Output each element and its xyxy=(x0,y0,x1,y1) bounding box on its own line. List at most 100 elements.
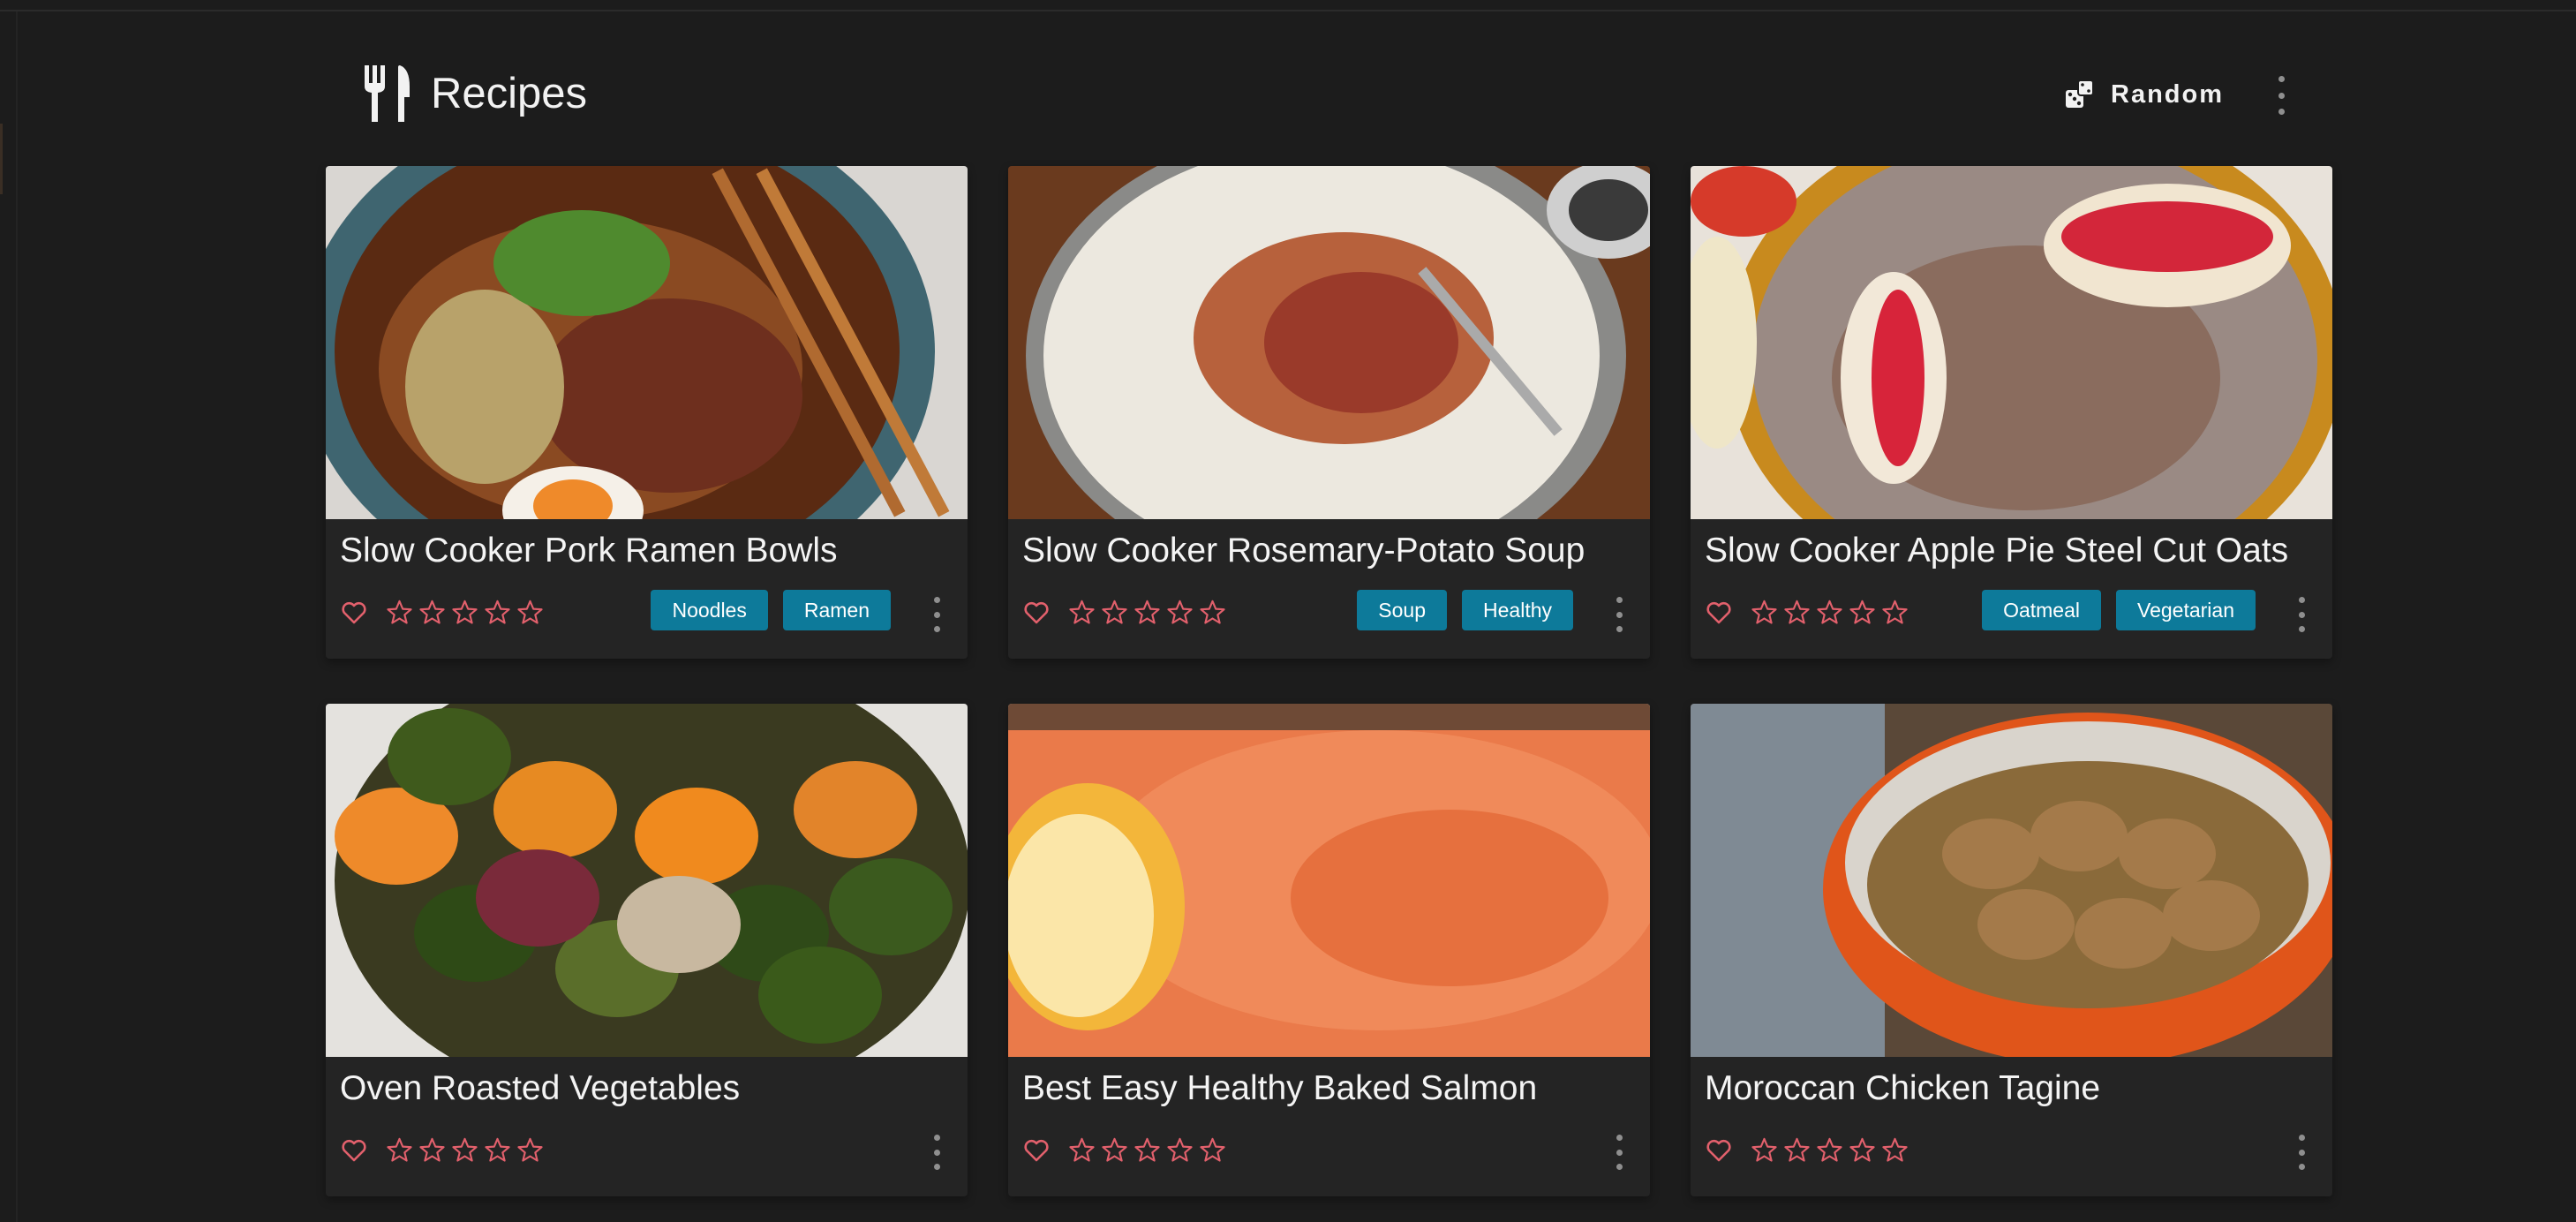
menu-dot xyxy=(933,611,940,618)
star-icon[interactable] xyxy=(451,599,478,626)
rating-stars[interactable] xyxy=(386,1136,544,1164)
silverware-fork-knife-icon xyxy=(365,65,410,122)
heart-icon[interactable] xyxy=(1705,599,1733,627)
recipe-menu-button[interactable] xyxy=(928,1135,945,1170)
ramen-bowl-photo[interactable] xyxy=(326,166,968,519)
recipe-title[interactable]: Slow Cooker Apple Pie Steel Cut Oats xyxy=(1705,530,2288,572)
star-icon[interactable] xyxy=(1881,1136,1909,1164)
vertical-dots-icon xyxy=(2278,76,2285,82)
menu-dot xyxy=(2298,626,2305,632)
chicken-tagine-photo[interactable] xyxy=(1691,704,2332,1057)
star-icon[interactable] xyxy=(1751,1136,1778,1164)
star-icon[interactable] xyxy=(1068,599,1096,626)
heart-icon[interactable] xyxy=(340,599,368,627)
rating-stars[interactable] xyxy=(1068,1136,1226,1164)
baked-salmon-photo[interactable] xyxy=(1008,704,1650,1057)
menu-dot xyxy=(1616,626,1623,632)
tag-chip[interactable]: Ramen xyxy=(782,590,891,630)
star-icon[interactable] xyxy=(1816,599,1843,626)
random-button-label: Random xyxy=(2111,79,2224,109)
tag-chip[interactable]: Soup xyxy=(1357,590,1448,630)
star-icon[interactable] xyxy=(516,599,544,626)
recipe-card[interactable]: Best Easy Healthy Baked Salmon xyxy=(1008,704,1650,1196)
star-icon[interactable] xyxy=(451,1136,478,1164)
rating-stars[interactable] xyxy=(1751,599,1909,626)
page-header: Recipes Random xyxy=(326,55,2332,134)
sidebar-edge xyxy=(16,11,18,1222)
potato-soup-photo[interactable] xyxy=(1008,166,1650,519)
tag-chip[interactable]: Noodles xyxy=(651,590,768,630)
menu-dot xyxy=(933,1164,940,1170)
menu-dot xyxy=(1616,1164,1623,1170)
recipe-title[interactable]: Slow Cooker Rosemary-Potato Soup xyxy=(1022,530,1585,572)
recipe-title[interactable]: Moroccan Chicken Tagine xyxy=(1705,1067,2100,1110)
vertical-dots-icon xyxy=(933,597,940,603)
heart-icon[interactable] xyxy=(1022,599,1051,627)
random-button[interactable]: Random xyxy=(2054,67,2234,122)
star-icon[interactable] xyxy=(484,1136,511,1164)
menu-dot xyxy=(1616,611,1623,618)
header-menu-button[interactable] xyxy=(2268,76,2294,115)
recipe-title[interactable]: Oven Roasted Vegetables xyxy=(340,1067,740,1110)
star-icon[interactable] xyxy=(1166,599,1194,626)
recipe-card[interactable]: Slow Cooker Rosemary-Potato Soup Soup Heal… xyxy=(1008,166,1650,659)
star-icon[interactable] xyxy=(1783,1136,1811,1164)
star-icon[interactable] xyxy=(1199,1136,1226,1164)
dice-icon xyxy=(2066,79,2094,108)
star-icon[interactable] xyxy=(1881,599,1909,626)
star-icon[interactable] xyxy=(516,1136,544,1164)
menu-dot xyxy=(2298,1149,2305,1156)
star-icon[interactable] xyxy=(1134,599,1161,626)
star-icon[interactable] xyxy=(418,1136,446,1164)
star-icon[interactable] xyxy=(1101,1136,1128,1164)
tag-chip[interactable]: Vegetarian xyxy=(2116,590,2256,630)
sidebar-edge-marker xyxy=(0,124,3,194)
recipe-card[interactable]: Slow Cooker Pork Ramen Bowls Noodles Ramen xyxy=(326,166,968,659)
recipe-title[interactable]: Best Easy Healthy Baked Salmon xyxy=(1022,1067,1537,1110)
star-icon[interactable] xyxy=(1068,1136,1096,1164)
tag-chip[interactable]: Oatmeal xyxy=(1982,590,2102,630)
menu-dot xyxy=(2298,611,2305,618)
star-icon[interactable] xyxy=(1134,1136,1161,1164)
heart-icon[interactable] xyxy=(1705,1136,1733,1165)
rating-stars[interactable] xyxy=(1751,1136,1909,1164)
recipe-actions: Oatmeal Vegetarian xyxy=(1691,590,2332,639)
star-icon[interactable] xyxy=(1816,1136,1843,1164)
star-icon[interactable] xyxy=(1101,599,1128,626)
menu-dot xyxy=(2278,92,2285,99)
star-icon[interactable] xyxy=(484,599,511,626)
recipe-card[interactable]: Slow Cooker Apple Pie Steel Cut Oats Oatm… xyxy=(1691,166,2332,659)
star-icon[interactable] xyxy=(1783,599,1811,626)
heart-icon[interactable] xyxy=(1022,1136,1051,1165)
star-icon[interactable] xyxy=(386,1136,413,1164)
recipe-tags: Oatmeal Vegetarian xyxy=(1982,590,2256,630)
recipe-menu-button[interactable] xyxy=(2293,1135,2310,1170)
vertical-dots-icon xyxy=(1616,1135,1623,1141)
apple-oats-photo[interactable] xyxy=(1691,166,2332,519)
star-icon[interactable] xyxy=(1849,599,1876,626)
star-icon[interactable] xyxy=(1166,1136,1194,1164)
recipe-actions: Soup Healthy xyxy=(1008,590,1650,639)
recipe-title[interactable]: Slow Cooker Pork Ramen Bowls xyxy=(340,530,838,572)
page-title: Recipes xyxy=(431,70,588,117)
tag-chip[interactable]: Healthy xyxy=(1462,590,1573,630)
recipe-menu-button[interactable] xyxy=(2293,597,2310,632)
recipe-menu-button[interactable] xyxy=(1610,597,1628,632)
recipe-card[interactable]: Moroccan Chicken Tagine xyxy=(1691,704,2332,1196)
recipe-menu-button[interactable] xyxy=(1610,1135,1628,1170)
rating-stars[interactable] xyxy=(386,599,544,626)
recipe-menu-button[interactable] xyxy=(928,597,945,632)
star-icon[interactable] xyxy=(1751,599,1778,626)
menu-dot xyxy=(1616,1149,1623,1156)
star-icon[interactable] xyxy=(1849,1136,1876,1164)
vertical-dots-icon xyxy=(933,1135,940,1141)
menu-dot xyxy=(933,626,940,632)
roasted-vegetables-photo[interactable] xyxy=(326,704,968,1057)
star-icon[interactable] xyxy=(386,599,413,626)
heart-icon[interactable] xyxy=(340,1136,368,1165)
rating-stars[interactable] xyxy=(1068,599,1226,626)
recipe-card[interactable]: Oven Roasted Vegetables xyxy=(326,704,968,1196)
star-icon[interactable] xyxy=(1199,599,1226,626)
star-icon[interactable] xyxy=(418,599,446,626)
recipe-actions: Noodles Ramen xyxy=(326,590,968,639)
